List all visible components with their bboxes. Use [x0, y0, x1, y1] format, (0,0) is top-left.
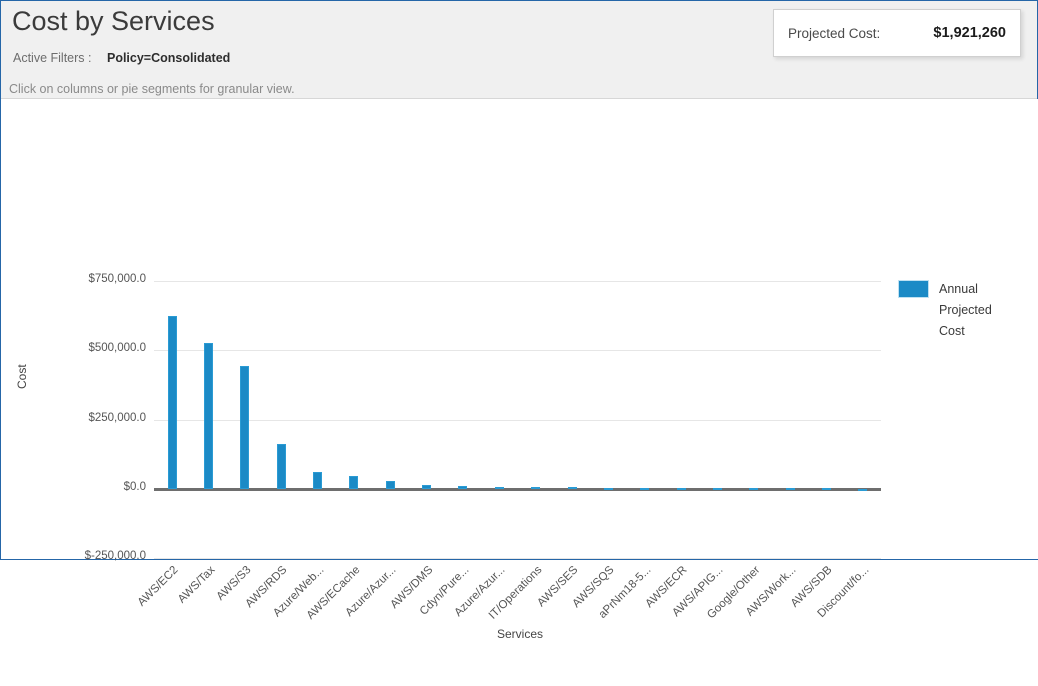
bar-4[interactable]: [313, 471, 323, 489]
legend-label-annual-projected-cost: Annual Projected Cost: [939, 282, 992, 338]
bar-2[interactable]: [240, 366, 250, 489]
active-filters-label: Active Filters :: [13, 51, 92, 65]
bar-6[interactable]: [385, 480, 395, 489]
bar-5[interactable]: [349, 475, 359, 489]
chart-legend: Annual Projected Cost: [898, 279, 1009, 342]
y-axis-tick: $750,000.0: [88, 273, 146, 285]
zero-axis-line: [154, 487, 881, 491]
active-filters: Active Filters : Policy=Consolidated: [13, 51, 230, 65]
y-axis-tick: $250,000.0: [88, 411, 146, 424]
gridline: [154, 558, 881, 559]
y-axis-tick: $-250,000.0: [84, 550, 146, 562]
gridline: [154, 419, 881, 421]
y-axis-tick: $500,000.0: [88, 342, 146, 355]
bar-3[interactable]: [276, 443, 286, 489]
chart-container: Cost $750,000.0 $500,000.0 $250,000.0 $0.0 $…: [1, 99, 1038, 641]
y-axis-tick: $0.0: [123, 480, 146, 493]
x-axis-title: Services: [496, 627, 543, 641]
bar-0[interactable]: [167, 316, 177, 489]
projected-cost-label: Projected Cost:: [788, 25, 881, 41]
page-title: Cost by Services: [12, 6, 215, 36]
projected-cost-value: $1,921,260: [933, 25, 1006, 41]
interaction-hint: Click on columns or pie segments for gra…: [9, 82, 295, 96]
active-filter-chip[interactable]: Policy=Consolidated: [107, 51, 230, 65]
y-axis-title: Cost: [15, 364, 29, 389]
gridline: [154, 281, 881, 282]
bar-8[interactable]: [458, 485, 468, 489]
bar-10[interactable]: [531, 487, 541, 490]
projected-cost-card: Projected Cost: $1,921,260: [773, 9, 1021, 57]
bar-1[interactable]: [204, 343, 214, 489]
plot-area: [154, 281, 881, 559]
bar-17[interactable]: [785, 488, 795, 491]
bar-15[interactable]: [712, 488, 722, 491]
bar-9[interactable]: [494, 486, 504, 489]
bar-11[interactable]: [567, 487, 577, 490]
bar-12[interactable]: [603, 487, 613, 490]
bar-13[interactable]: [640, 487, 650, 490]
dashboard-header: Cost by Services Active Filters : Policy…: [1, 1, 1037, 99]
cost-by-services-dashboard: Cost by Services Active Filters : Policy…: [0, 0, 1038, 641]
bar-19[interactable]: [858, 488, 868, 492]
bar-14[interactable]: [676, 487, 686, 490]
legend-swatch-annual-projected-cost: [898, 280, 929, 298]
bar-18[interactable]: [821, 488, 831, 491]
gridline: [154, 350, 881, 352]
bar-7[interactable]: [422, 484, 432, 489]
bar-16[interactable]: [749, 488, 759, 491]
